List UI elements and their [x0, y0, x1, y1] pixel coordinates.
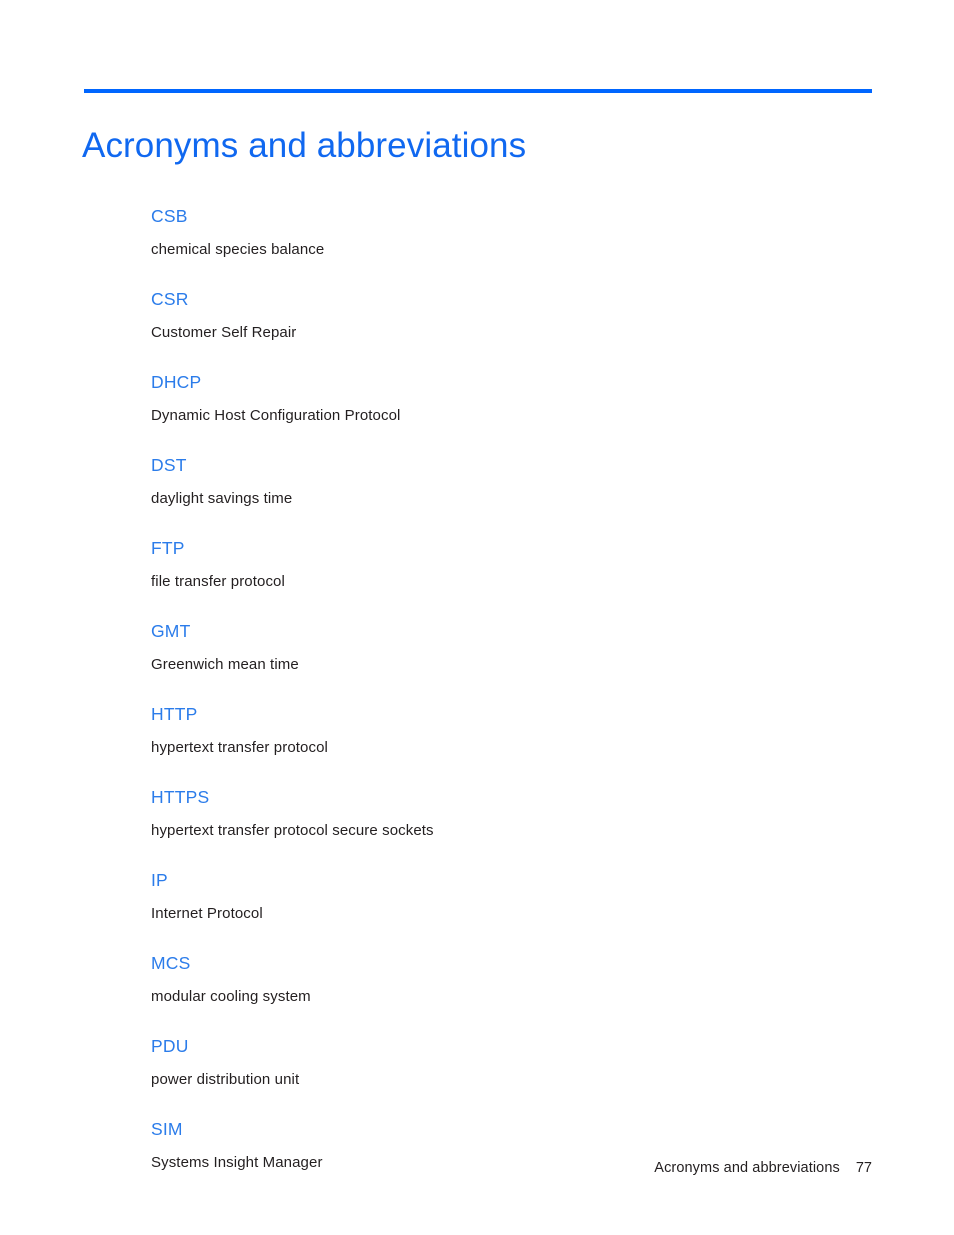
acronym-definition: Internet Protocol [151, 905, 263, 922]
acronym-term: HTTP [151, 704, 198, 724]
page-title: Acronyms and abbreviations [82, 126, 527, 166]
acronym-definition: Greenwich mean time [151, 656, 299, 673]
list-item: MCS modular cooling system [151, 953, 851, 1006]
acronym-term: FTP [151, 538, 185, 558]
acronym-term: DST [151, 455, 187, 475]
document-page: Acronyms and abbreviations CSB chemical … [0, 0, 954, 1235]
acronym-definition: modular cooling system [151, 988, 311, 1005]
list-item: GMT Greenwich mean time [151, 621, 851, 674]
list-item: CSR Customer Self Repair [151, 289, 851, 342]
acronym-definition: hypertext transfer protocol [151, 739, 328, 756]
list-item: HTTPS hypertext transfer protocol secure… [151, 787, 851, 840]
title-divider-rule [84, 89, 872, 93]
acronym-definition: file transfer protocol [151, 573, 285, 590]
acronym-definition: hypertext transfer protocol secure socke… [151, 822, 434, 839]
page-footer: Acronyms and abbreviations 77 [84, 1158, 872, 1178]
list-item: CSB chemical species balance [151, 206, 851, 259]
list-item: DST daylight savings time [151, 455, 851, 508]
acronym-term: HTTPS [151, 787, 210, 807]
acronym-term: DHCP [151, 372, 202, 392]
acronym-term: MCS [151, 953, 191, 973]
footer-section-label: Acronyms and abbreviations [654, 1160, 840, 1176]
acronym-definition: power distribution unit [151, 1071, 300, 1088]
footer-page-number: 77 [855, 1160, 872, 1176]
acronym-term: GMT [151, 621, 191, 641]
list-item: PDU power distribution unit [151, 1036, 851, 1089]
acronym-term: CSB [151, 206, 188, 226]
acronym-definition: daylight savings time [151, 490, 293, 507]
acronym-term: SIM [151, 1119, 183, 1139]
list-item: DHCP Dynamic Host Configuration Protocol [151, 372, 851, 425]
acronym-term: IP [151, 870, 168, 890]
list-item: FTP file transfer protocol [151, 538, 851, 591]
acronym-definition: chemical species balance [151, 241, 325, 258]
acronym-definition: Customer Self Repair [151, 324, 297, 341]
acronym-definition: Dynamic Host Configuration Protocol [151, 407, 401, 424]
list-item: HTTP hypertext transfer protocol [151, 704, 851, 757]
acronym-list: CSB chemical species balance CSR Custome… [151, 206, 851, 1172]
list-item: IP Internet Protocol [151, 870, 851, 923]
acronym-term: CSR [151, 289, 189, 309]
acronym-term: PDU [151, 1036, 189, 1056]
